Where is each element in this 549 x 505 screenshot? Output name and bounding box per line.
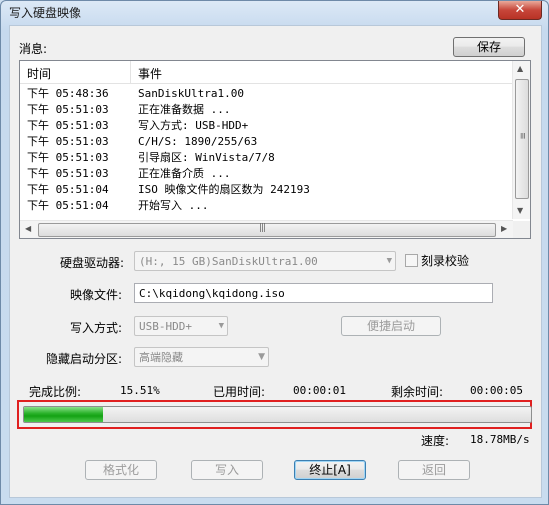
log-row[interactable]: 下午 05:51:04 开始写入 ...	[20, 198, 513, 214]
drive-select-value: (H:, 15 GB)SanDiskUltra1.00	[139, 255, 318, 268]
dialog-client-area: 消息: 保存 时间 事件 下午 05:48:36 SanDiskUltra1.00…	[9, 25, 542, 498]
drive-label: 硬盘驱动器:	[60, 256, 125, 270]
write-button[interactable]: 写入	[191, 460, 263, 480]
log-row-time: 下午 05:51:04	[27, 199, 109, 212]
log-row-time: 下午 05:51:03	[27, 167, 109, 180]
grip-icon: ≡	[517, 132, 527, 139]
elapsed-label: 已用时间:	[213, 385, 266, 399]
hidden-partition-value: 高端隐藏	[139, 351, 183, 364]
drive-select[interactable]: (H:, 15 GB)SanDiskUltra1.00 ▼	[134, 251, 396, 271]
verify-label: 刻录校验	[421, 254, 470, 268]
log-row-time: 下午 05:51:03	[27, 103, 109, 116]
log-row[interactable]: 下午 05:51:04 ISO 映像文件的扇区数为 242193	[20, 182, 513, 198]
log-row-event: 引导扇区: WinVista/7/8	[138, 151, 275, 164]
scroll-down-icon[interactable]: ▼	[517, 206, 523, 215]
log-row[interactable]: 下午 05:51:03 写入方式: USB-HDD+	[20, 118, 513, 134]
close-button[interactable]: ✕	[498, 1, 542, 20]
chevron-down-icon: ▼	[386, 256, 392, 266]
vertical-scrollbar[interactable]: ▲ ≡ ▼	[512, 61, 530, 219]
quick-boot-button[interactable]: 便捷启动	[341, 316, 441, 336]
verify-checkbox[interactable]	[405, 254, 418, 267]
write-mode-label: 写入方式:	[70, 321, 123, 335]
scroll-corner	[513, 221, 530, 238]
write-disk-image-window: 写入硬盘映像 ✕ 消息: 保存 时间 事件 下午 05:48:36 SanDisk…	[0, 0, 549, 505]
log-row-time: 下午 05:51:03	[27, 119, 109, 132]
log-row-event: ISO 映像文件的扇区数为 242193	[138, 183, 310, 196]
column-header-time[interactable]: 时间	[27, 65, 51, 82]
scroll-left-icon[interactable]: ◀	[25, 224, 31, 233]
scroll-up-icon[interactable]: ▲	[517, 64, 523, 73]
progress-bar	[23, 406, 532, 423]
elapsed-value: 00:00:01	[293, 384, 346, 397]
image-file-label: 映像文件:	[70, 288, 123, 302]
horizontal-scroll-thumb[interactable]: |||	[38, 223, 496, 237]
log-row[interactable]: 下午 05:51:03 正在准备介质 ...	[20, 166, 513, 182]
write-mode-select[interactable]: USB-HDD+ ▼	[134, 316, 228, 336]
log-row-time: 下午 05:51:04	[27, 183, 109, 196]
log-row-event: 开始写入 ...	[138, 199, 209, 212]
log-row[interactable]: 下午 05:48:36 SanDiskUltra1.00	[20, 86, 513, 102]
format-button[interactable]: 格式化	[85, 460, 157, 480]
log-row-event: C/H/S: 1890/255/63	[138, 135, 258, 148]
write-mode-value: USB-HDD+	[139, 320, 192, 333]
save-button[interactable]: 保存	[453, 37, 525, 57]
log-row-time: 下午 05:51:03	[27, 135, 109, 148]
log-row-time: 下午 05:51:03	[27, 151, 109, 164]
log-row-event: SanDiskUltra1.00	[138, 87, 244, 100]
log-header: 时间 事件	[20, 61, 513, 84]
chevron-down-icon: ▼	[218, 321, 224, 331]
chevron-down-icon: ▼	[258, 352, 265, 362]
hidden-partition-label: 隐藏启动分区:	[46, 352, 123, 366]
log-row[interactable]: 下午 05:51:03 引导扇区: WinVista/7/8	[20, 150, 513, 166]
abort-button[interactable]: 终止[A]	[294, 460, 366, 480]
log-row-event: 正在准备介质 ...	[138, 167, 231, 180]
messages-label: 消息:	[19, 42, 48, 56]
log-row-event: 写入方式: USB-HDD+	[138, 119, 249, 132]
vertical-scroll-thumb[interactable]: ≡	[515, 79, 529, 199]
log-row-time: 下午 05:48:36	[27, 87, 109, 100]
back-button[interactable]: 返回	[398, 460, 470, 480]
speed-label: 速度:	[421, 434, 450, 448]
log-row-event: 正在准备数据 ...	[138, 103, 231, 116]
log-row[interactable]: 下午 05:51:03 正在准备数据 ...	[20, 102, 513, 118]
percent-value: 15.51%	[120, 384, 160, 397]
hidden-partition-select[interactable]: 高端隐藏 ▼	[134, 347, 269, 367]
window-title: 写入硬盘映像	[9, 6, 82, 20]
grip-icon: |||	[259, 223, 266, 233]
horizontal-scrollbar[interactable]: ◀ ||| ▶	[20, 220, 513, 238]
message-log-list[interactable]: 时间 事件 下午 05:48:36 SanDiskUltra1.00 下午 05:5…	[19, 60, 531, 239]
close-icon: ✕	[514, 2, 526, 17]
percent-label: 完成比例:	[29, 385, 82, 399]
column-divider[interactable]	[130, 61, 131, 83]
remaining-value: 00:00:05	[470, 384, 523, 397]
title-bar[interactable]: 写入硬盘映像 ✕	[1, 1, 548, 23]
speed-value: 18.78MB/s	[470, 433, 530, 446]
remaining-label: 剩余时间:	[391, 385, 444, 399]
progress-bar-fill	[24, 407, 103, 422]
column-header-event[interactable]: 事件	[138, 65, 162, 82]
log-row[interactable]: 下午 05:51:03 C/H/S: 1890/255/63	[20, 134, 513, 150]
scroll-right-icon[interactable]: ▶	[501, 224, 507, 233]
image-file-input[interactable]: C:\kqidong\kqidong.iso	[134, 283, 493, 303]
